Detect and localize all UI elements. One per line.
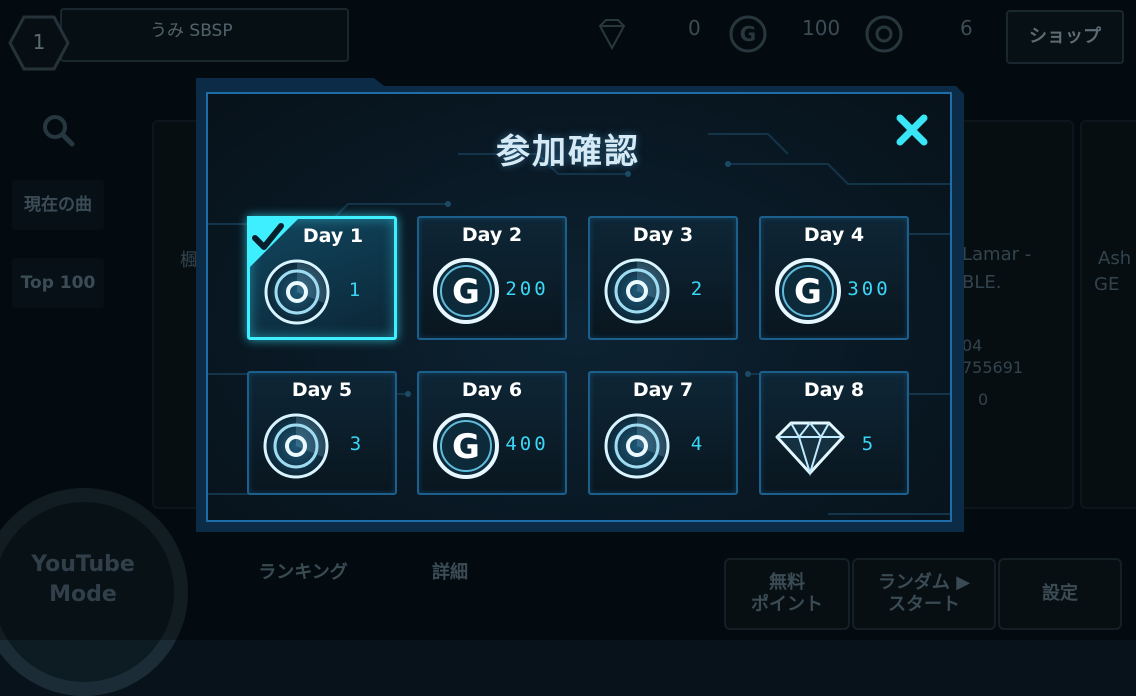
day-reward-cell[interactable]: Day 3 2 (588, 216, 738, 340)
ticket-icon (602, 256, 672, 326)
day-reward-cell[interactable]: Day 7 4 (588, 371, 738, 495)
diamond-icon (771, 417, 849, 477)
day-label: Day 7 (632, 379, 694, 401)
day-reward-cell[interactable]: Day 6 G 400 (417, 371, 567, 495)
day-reward-cell[interactable]: Day 1 1 (247, 216, 397, 340)
gold-coin-icon: G (773, 256, 843, 326)
day-label: Day 5 (291, 379, 353, 401)
day-label: Day 1 (302, 225, 364, 247)
svg-text:G: G (452, 272, 480, 312)
reward-amount: 4 (690, 433, 706, 455)
reward-amount: 300 (847, 278, 891, 300)
svg-text:G: G (794, 272, 822, 312)
day-label: Day 8 (803, 379, 865, 401)
reward-amount: 5 (861, 433, 877, 455)
day-reward-cell[interactable]: Day 4 G 300 (759, 216, 909, 340)
ticket-icon (602, 411, 672, 481)
ticket-icon (261, 411, 331, 481)
reward-amount: 400 (505, 433, 549, 455)
svg-text:G: G (452, 427, 480, 467)
reward-amount: 1 (348, 279, 364, 301)
day-reward-cell[interactable]: Day 5 3 (247, 371, 397, 495)
gold-coin-icon: G (431, 256, 501, 326)
reward-amount: 2 (690, 278, 706, 300)
day-label: Day 6 (461, 379, 523, 401)
close-icon[interactable] (892, 110, 932, 150)
day-reward-cell[interactable]: Day 8 5 (759, 371, 909, 495)
day-reward-cell[interactable]: Day 2 G 200 (417, 216, 567, 340)
gold-coin-icon: G (431, 411, 501, 481)
reward-amount: 200 (505, 278, 549, 300)
day-label: Day 4 (803, 224, 865, 246)
dialog-title: 参加確認 (496, 132, 640, 172)
reward-amount: 3 (349, 433, 365, 455)
day-label: Day 3 (632, 224, 694, 246)
day-label: Day 2 (461, 224, 523, 246)
ticket-icon (262, 257, 332, 327)
